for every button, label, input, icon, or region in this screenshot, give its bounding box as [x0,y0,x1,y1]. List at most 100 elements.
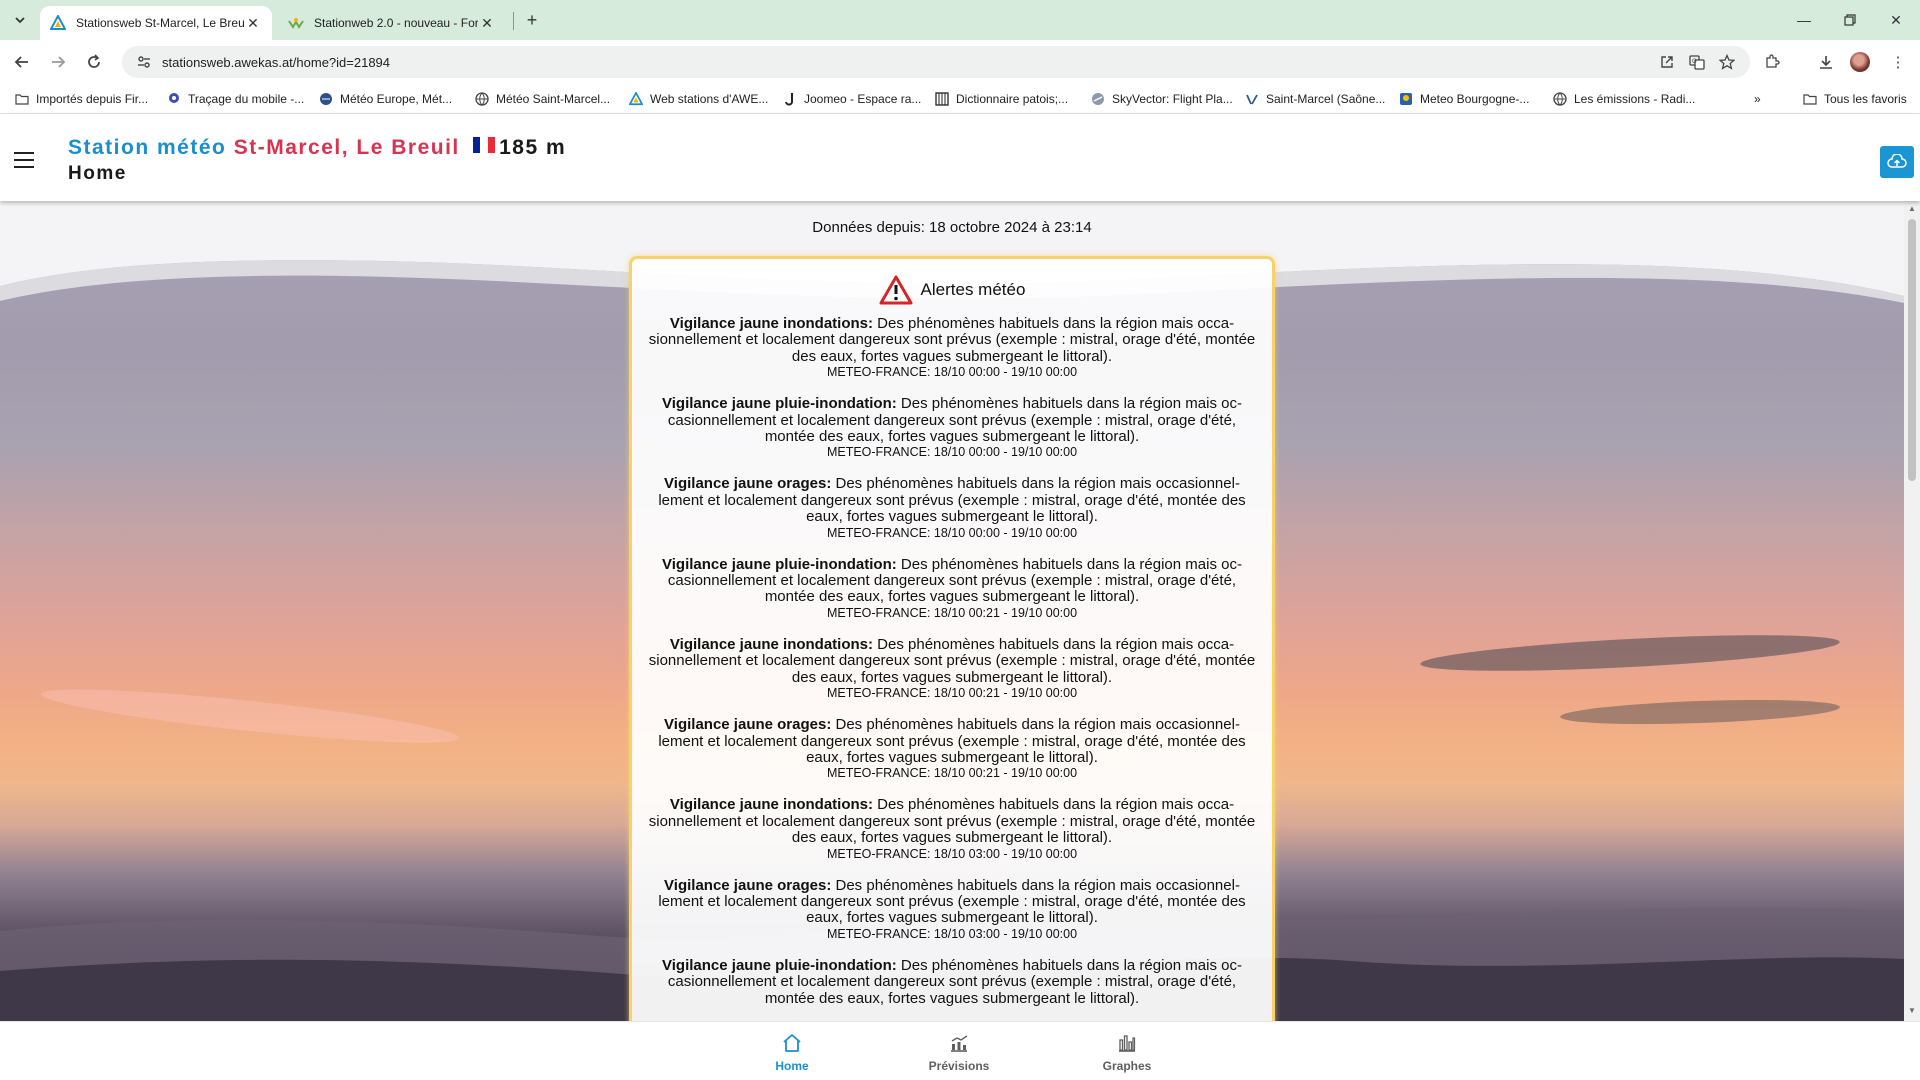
dictionary-icon [934,91,950,107]
alert-item: Vigilance jaune orages: Des phénomènes h… [646,476,1258,540]
tab-forum[interactable]: Stationweb 2.0 - nouveau - Forum ✕ [278,6,506,40]
alert-source: METEO-FRANCE: 18/10 00:00 - 19/10 00:00 [826,525,1078,540]
forward-arrow-icon[interactable] [44,48,72,76]
folder-icon [1802,91,1818,107]
all-bookmarks[interactable]: Tous les favoris [1802,89,1907,109]
skyvector-icon [1090,91,1106,107]
bookmark-item[interactable]: Traçage du mobile -... [166,89,304,109]
translate-icon[interactable]: G [1682,48,1712,76]
bookmark-item[interactable]: Joomeo - Espace ra... [782,89,921,109]
weather-alerts-card: Alertes météo Vigilance jaune inondation… [629,256,1275,1036]
alerts-title: Alertes météo [920,280,1026,299]
alert-item: Vigilance jaune pluie-inondation: Des ph… [646,957,1258,1007]
bottom-navigation: Home Prévisions Graphes [0,1021,1920,1080]
alert-label: Vigilance jaune inondations: [669,315,874,332]
nav-forecast[interactable]: Prévisions [914,1032,1004,1076]
bookmark-item[interactable]: SkyVector: Flight Pla... [1090,89,1233,109]
tab-stationsweb[interactable]: Stationsweb St-Marcel, Le Breuil ✕ [40,6,272,40]
reload-icon[interactable] [80,48,108,76]
tab-search-button[interactable] [8,8,32,32]
close-window-icon[interactable]: ✕ [1880,6,1912,34]
page-scrollbar[interactable]: ▲ ▼ [1904,201,1920,1021]
tab-separator [513,12,514,30]
nav-home[interactable]: Home [747,1032,837,1076]
back-arrow-icon[interactable] [8,48,36,76]
alert-label: Vigilance jaune orages: [664,475,832,493]
nav-forecast-label: Prévisions [928,1059,990,1073]
bookmark-item[interactable]: Les émissions - Radi... [1552,89,1695,109]
page-subtitle: Home [68,163,127,184]
bookmark-item[interactable]: Saint-Marcel (Saône... [1244,89,1385,109]
bookmark-star-icon[interactable] [1712,48,1742,76]
alert-source: METEO-FRANCE: 18/10 00:21 - 19/10 00:00 [826,766,1078,781]
alert-item: Vigilance jaune orages: Des phénomènes h… [646,716,1258,781]
browser-menu-icon[interactable]: ⋮ [1884,48,1912,76]
alert-source: METEO-FRANCE: 18/10 03:00 - 19/10 00:00 [826,846,1078,861]
download-icon[interactable] [1812,48,1840,76]
new-tab-button[interactable]: + [520,8,544,32]
extensions-puzzle-icon[interactable] [1758,48,1786,76]
nav-graphs[interactable]: Graphes [1082,1032,1172,1076]
close-tab-icon[interactable]: ✕ [244,14,262,32]
profile-avatar[interactable] [1850,52,1870,72]
tab-title: Stationsweb St-Marcel, Le Breuil [76,16,244,30]
saint-marcel-icon [1244,91,1260,107]
warning-triangle-icon [879,275,913,305]
cloud-streak [1559,696,1841,728]
scroll-up-arrow-icon[interactable]: ▲ [1908,205,1916,213]
alert-item: Vigilance jaune pluie-inondation: Des ph… [646,396,1258,460]
globe-icon [474,91,490,107]
scroll-down-arrow-icon[interactable]: ▼ [1908,1007,1916,1015]
tab-title: Stationweb 2.0 - nouveau - Forum [314,16,478,30]
alert-label: Vigilance jaune pluie-inondation: [662,395,897,413]
cloud-upload-icon [1887,154,1907,168]
location-pin-icon [166,91,182,107]
bookmark-item[interactable]: Web stations d'AWE... [628,89,768,109]
bookmark-item[interactable]: Meteo Bourgogne-... [1398,89,1529,109]
station-altitude: 185 m [499,136,567,159]
cloud-upload-button[interactable] [1880,146,1914,178]
french-flag-icon [473,137,496,153]
open-in-app-icon[interactable] [1652,48,1682,76]
bookmarks-bar: Importés depuis Fir... Traçage du mobile… [0,84,1920,114]
awekas-favicon-icon [50,15,66,31]
url-text[interactable]: stationsweb.awekas.at/home?id=21894 [162,55,1652,70]
close-tab-icon[interactable]: ✕ [478,14,496,32]
bookmark-item[interactable]: Météo Europe, Mét... [318,89,452,109]
alerts-header: Alertes météo [632,273,1272,307]
alert-item: Vigilance jaune inondations: Des phénomè… [646,636,1258,701]
bookmark-item[interactable]: Importés depuis Fir... [14,89,148,109]
alert-item: Vigilance jaune pluie-inondation: Des ph… [646,556,1258,621]
nav-home-label: Home [775,1059,809,1073]
alert-item: Vigilance jaune inondations: Des phénomè… [646,797,1258,861]
site-settings-icon[interactable] [130,48,158,76]
scrollbar-thumb[interactable] [1908,219,1916,481]
alert-label: Vigilance jaune inondations: [669,796,874,814]
meteo-bourgogne-icon [1398,91,1414,107]
bookmark-item[interactable]: Météo Saint-Marcel... [474,89,610,109]
cloud-streak [1419,628,1841,678]
restore-icon[interactable] [1834,6,1866,34]
menu-hamburger-icon[interactable] [14,152,34,168]
bookmark-item[interactable]: Dictionnaire patois;... [934,89,1068,109]
nav-graphs-label: Graphes [1102,1059,1152,1073]
alert-label: Vigilance jaune orages: [664,876,832,894]
alert-item: Vigilance jaune inondations: Des phénomè… [646,315,1258,380]
minimize-icon[interactable]: — [1788,6,1820,34]
alert-source: METEO-FRANCE: 18/10 00:21 - 19/10 00:00 [826,686,1078,701]
address-bar[interactable]: stationsweb.awekas.at/home?id=21894 G [122,46,1750,78]
cloud-streak [39,679,461,753]
awekas-icon [628,91,644,107]
globe-icon [1552,91,1568,107]
forecast-chart-icon [951,1035,968,1052]
alert-source: METEO-FRANCE: 18/10 00:00 - 19/10 00:00 [826,445,1078,460]
alert-source: METEO-FRANCE: 18/10 03:00 - 19/10 00:00 [826,926,1078,941]
weather-globe-icon [318,91,334,107]
alert-source: METEO-FRANCE: 18/10 00:00 - 19/10 00:00 [826,365,1078,380]
joomeo-icon [782,91,798,107]
browser-tab-bar: Stationsweb St-Marcel, Le Breuil ✕ Stati… [0,0,1920,40]
svg-text:G: G [1692,59,1697,65]
forum-favicon-icon [288,15,304,31]
data-since-text: Données depuis: 18 octobre 2024 à 23:14 [812,219,1092,236]
more-bookmarks-chevron-icon[interactable]: » [1754,89,1761,109]
